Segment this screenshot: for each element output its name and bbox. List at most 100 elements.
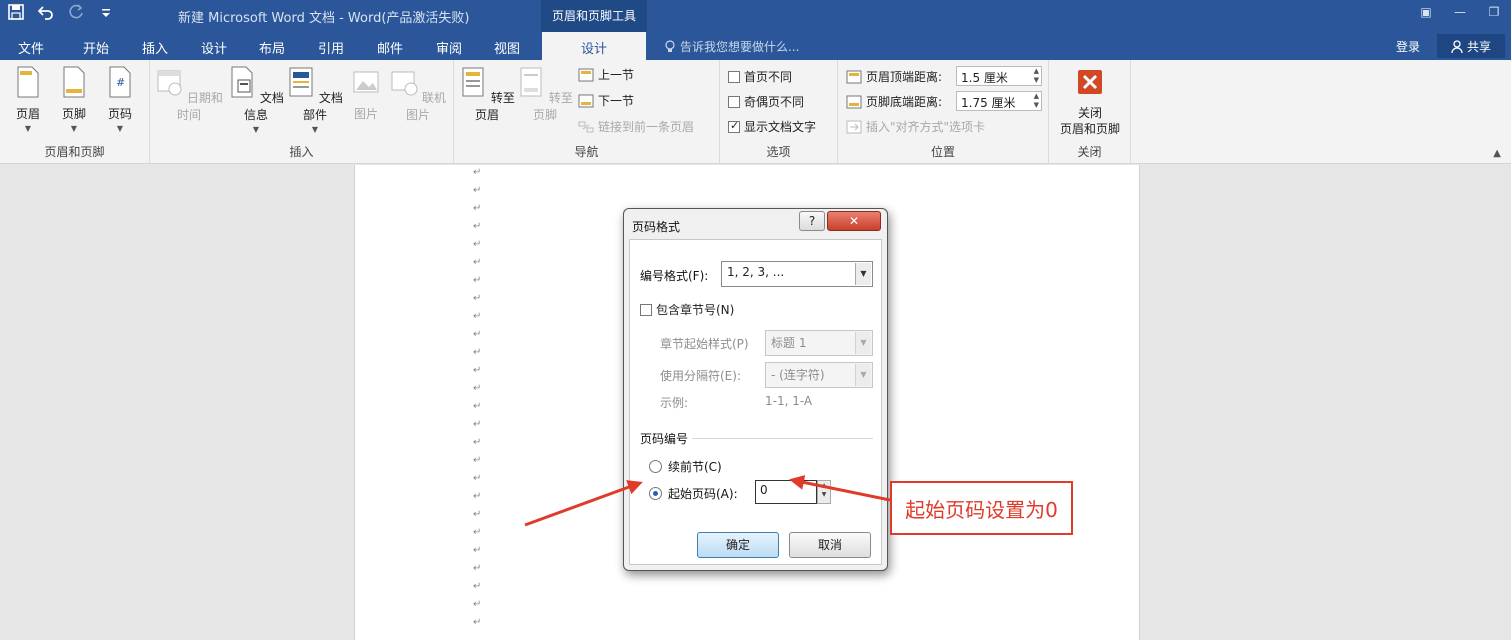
tab-home[interactable]: 开始 bbox=[83, 38, 109, 57]
insert-alignment-tab-button[interactable]: 插入"对齐方式"选项卡 bbox=[846, 118, 985, 135]
previous-section-icon bbox=[578, 68, 594, 81]
chevron-down-icon: ▼ bbox=[70, 124, 78, 133]
ok-button[interactable]: 确定 bbox=[697, 532, 779, 558]
header-button[interactable]: 页眉 ▼ bbox=[12, 66, 44, 133]
customize-qat-icon[interactable] bbox=[98, 4, 114, 20]
save-icon[interactable] bbox=[8, 4, 24, 20]
link-to-previous-label: 链接到前一条页眉 bbox=[598, 120, 695, 134]
help-button[interactable]: ? bbox=[799, 211, 825, 231]
close-header-footer-button[interactable]: 关闭 页眉和页脚 bbox=[1053, 66, 1127, 137]
svg-text:#: # bbox=[116, 76, 125, 89]
chevron-down-icon: ▼ bbox=[24, 124, 32, 133]
footer-bottom-distance-spinner[interactable]: 1.75 厘米 ▲ ▼ bbox=[956, 91, 1042, 111]
chapter-style-select[interactable]: 标题 1 ▼ bbox=[765, 330, 873, 356]
tab-design[interactable]: 设计 bbox=[201, 38, 227, 57]
paragraph-mark: ↵ bbox=[473, 581, 482, 592]
next-section-button[interactable]: 下一节 bbox=[578, 92, 634, 109]
example-label: 示例: bbox=[660, 396, 689, 410]
show-document-text-label: 显示文档文字 bbox=[744, 120, 817, 134]
chevron-down-icon: ▼ bbox=[252, 125, 260, 134]
chevron-down-icon: ▼ bbox=[855, 332, 871, 354]
continue-previous-radio[interactable] bbox=[649, 460, 662, 473]
pictures-button[interactable]: 图片 bbox=[348, 66, 384, 122]
group-header-footer: 页眉 ▼ 页脚 ▼ # 页码 ▼ 页眉和页脚 bbox=[0, 60, 150, 164]
previous-section-button[interactable]: 上一节 bbox=[578, 66, 634, 83]
group-label: 选项 bbox=[766, 145, 791, 159]
paragraph-mark: ↵ bbox=[473, 293, 482, 304]
different-first-page-label: 首页不同 bbox=[744, 70, 793, 84]
checkbox-box bbox=[640, 303, 652, 316]
paragraph-mark: ↵ bbox=[473, 509, 482, 520]
paragraph-mark: ↵ bbox=[473, 221, 482, 232]
start-at-input[interactable]: 0 bbox=[755, 480, 817, 504]
share-button[interactable]: 共享 bbox=[1437, 34, 1505, 58]
paragraph-mark: ↵ bbox=[473, 257, 482, 268]
paragraph-mark: ↵ bbox=[473, 401, 482, 412]
collapse-ribbon-icon[interactable]: ▲ bbox=[1493, 148, 1501, 159]
page-number-icon: # bbox=[109, 66, 131, 98]
cancel-button[interactable]: 取消 bbox=[789, 532, 871, 558]
next-section-label: 下一节 bbox=[598, 94, 635, 108]
tab-view[interactable]: 视图 bbox=[494, 38, 520, 57]
tab-references[interactable]: 引用 bbox=[318, 38, 344, 57]
tab-header-footer-design[interactable]: 设计 bbox=[542, 32, 646, 61]
paragraph-mark: ↵ bbox=[473, 185, 482, 196]
paragraph-mark: ↵ bbox=[473, 383, 482, 394]
quick-access-toolbar bbox=[8, 4, 114, 20]
ribbon-display-icon[interactable]: ▣ bbox=[1409, 0, 1443, 24]
tab-mailings[interactable]: 邮件 bbox=[377, 38, 403, 57]
sign-in-link[interactable]: 登录 bbox=[1396, 38, 1420, 55]
minimize-icon[interactable]: — bbox=[1443, 0, 1477, 24]
goto-footer-button[interactable]: 转至页脚 bbox=[517, 66, 573, 123]
redo-icon[interactable] bbox=[68, 4, 84, 20]
spinner-arrows-icon[interactable]: ▲ ▼ bbox=[1034, 67, 1039, 85]
tell-me-box[interactable]: 告诉我您想要做什么... bbox=[664, 38, 799, 55]
tab-layout[interactable]: 布局 bbox=[259, 38, 285, 57]
show-document-text-checkbox[interactable]: 显示文档文字 bbox=[728, 118, 816, 135]
close-label-line2: 页眉和页脚 bbox=[1059, 122, 1120, 136]
group-label: 页眉和页脚 bbox=[44, 145, 105, 159]
document-info-button[interactable]: 文档信息 ▼ bbox=[228, 66, 284, 134]
online-pictures-button[interactable]: 联机图片 bbox=[390, 66, 446, 123]
group-position: 页眉顶端距离: 1.5 厘米 ▲ ▼ 页脚底端距离: 1.75 厘米 ▲ ▼ 插入"… bbox=[838, 60, 1049, 164]
start-at-radio[interactable] bbox=[649, 487, 662, 500]
page-number-button[interactable]: # 页码 ▼ bbox=[104, 66, 136, 133]
group-label: 插入 bbox=[289, 145, 314, 159]
quick-parts-button[interactable]: 文档部件 ▼ bbox=[287, 66, 343, 134]
tab-insert[interactable]: 插入 bbox=[142, 38, 168, 57]
paragraph-mark: ↵ bbox=[473, 329, 482, 340]
close-icon bbox=[1078, 70, 1102, 94]
different-odd-even-checkbox[interactable]: 奇偶页不同 bbox=[728, 93, 804, 110]
goto-header-button[interactable]: 转至页眉 bbox=[459, 66, 515, 123]
window-controls: ▣ — ❐ bbox=[1409, 0, 1511, 24]
header-icon bbox=[17, 66, 39, 98]
group-close: 关闭 页眉和页脚 关闭 bbox=[1049, 60, 1131, 164]
spinner-arrows-icon[interactable]: ▲ ▼ bbox=[1034, 92, 1039, 110]
separator-select[interactable]: - (连字符) ▼ bbox=[765, 362, 873, 388]
group-options: 首页不同 奇偶页不同 显示文档文字 选项 bbox=[720, 60, 838, 164]
restore-icon[interactable]: ❐ bbox=[1477, 0, 1511, 24]
different-first-page-checkbox[interactable]: 首页不同 bbox=[728, 68, 792, 85]
header-top-distance-spinner[interactable]: 1.5 厘米 ▲ ▼ bbox=[956, 66, 1042, 86]
footer-button[interactable]: 页脚 ▼ bbox=[58, 66, 90, 133]
tab-review[interactable]: 审阅 bbox=[436, 38, 462, 57]
include-chapter-checkbox[interactable]: 包含章节号(N) bbox=[640, 301, 734, 318]
page-numbering-section-label: 页码编号 bbox=[640, 432, 689, 446]
dialog-close-button[interactable]: ✕ bbox=[827, 211, 881, 231]
tab-file[interactable]: 文件 bbox=[18, 38, 44, 57]
lightbulb-icon bbox=[665, 39, 675, 52]
group-label: 关闭 bbox=[1077, 145, 1102, 159]
paragraph-mark: ↵ bbox=[473, 527, 482, 538]
checkbox-box bbox=[728, 70, 740, 83]
date-time-button[interactable]: 日期和时间 bbox=[154, 66, 224, 123]
chevron-down-icon[interactable]: ▼ bbox=[855, 263, 871, 285]
online-picture-icon bbox=[391, 71, 418, 96]
document-info-icon bbox=[231, 66, 253, 98]
link-to-previous-button[interactable]: 链接到前一条页眉 bbox=[578, 118, 694, 135]
spinner-arrows-icon[interactable]: ▲ ▼ bbox=[817, 480, 831, 504]
number-format-select[interactable]: 1, 2, 3, ... ▼ bbox=[721, 261, 873, 287]
undo-icon[interactable] bbox=[38, 4, 54, 20]
example-value: 1-1, 1-A bbox=[765, 394, 813, 408]
link-icon bbox=[578, 121, 594, 132]
group-label: 位置 bbox=[930, 145, 955, 159]
